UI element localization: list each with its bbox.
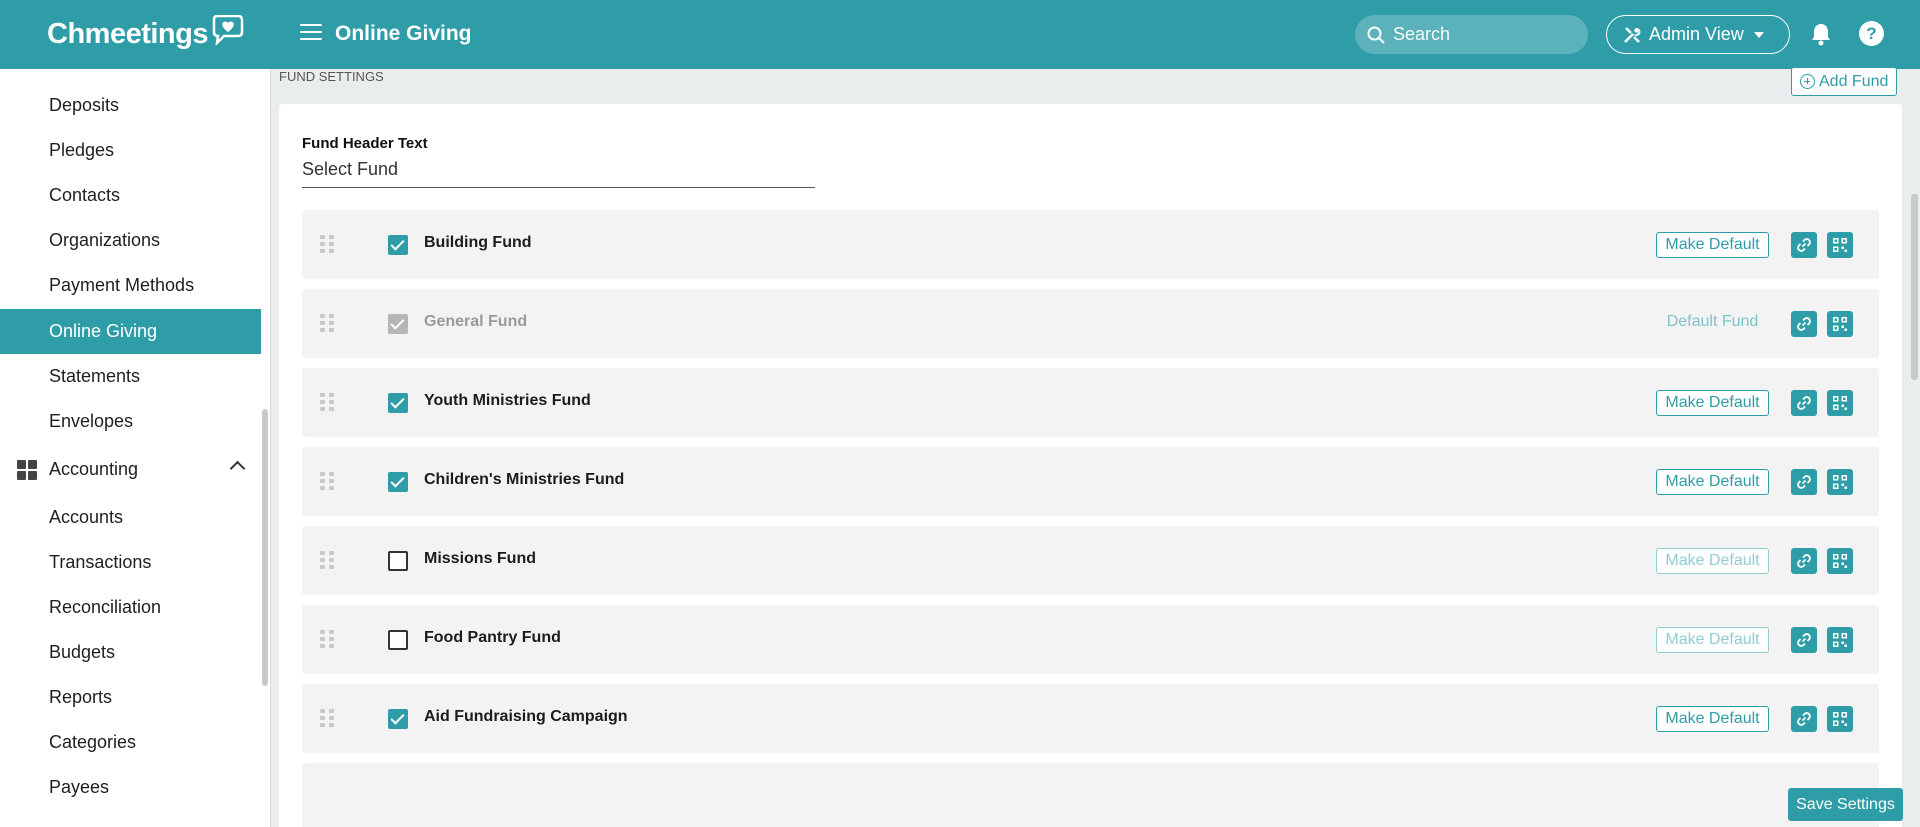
qr-code-icon[interactable] (1827, 390, 1853, 416)
drag-handle-icon[interactable] (320, 630, 334, 648)
fund-name: Aid Fundraising Campaign (424, 708, 628, 725)
help-icon[interactable]: ? (1859, 21, 1884, 46)
fund-enabled-checkbox[interactable] (388, 709, 408, 729)
copy-link-icon[interactable] (1791, 627, 1817, 653)
app-name: Chmeetings (47, 17, 208, 50)
fund-name: Youth Ministries Fund (424, 392, 591, 409)
add-circle-icon (1800, 74, 1815, 89)
copy-link-icon[interactable] (1791, 311, 1817, 337)
page-title: Online Giving (335, 22, 472, 45)
fund-header-text-label: Fund Header Text (302, 135, 428, 152)
sidebar-section-label: Accounting (49, 459, 139, 479)
sidebar-item-deposits[interactable]: Deposits (0, 83, 261, 128)
copy-link-icon[interactable] (1791, 390, 1817, 416)
drag-handle-icon[interactable] (320, 709, 334, 727)
chevron-down-icon (1753, 31, 1764, 38)
drag-handle-icon[interactable] (320, 393, 334, 411)
fund-header-text-input[interactable] (302, 152, 815, 188)
sidebar-item-accounts[interactable]: Accounts (0, 495, 261, 540)
copy-link-icon[interactable] (1791, 469, 1817, 495)
section-heading: FUND SETTINGS (279, 69, 384, 84)
fund-row (302, 763, 1879, 827)
copy-link-icon[interactable] (1791, 548, 1817, 574)
admin-view-dropdown[interactable]: Admin View (1606, 15, 1790, 54)
fund-name: Food Pantry Fund (424, 629, 561, 646)
fund-settings-card: Fund Header Text Building Fund Make Defau… (279, 104, 1902, 827)
add-fund-button[interactable]: Add Fund (1791, 67, 1898, 96)
qr-code-icon[interactable] (1827, 311, 1853, 337)
make-default-button[interactable]: Make Default (1656, 627, 1769, 653)
search-box[interactable] (1355, 15, 1588, 54)
fund-row: General Fund Default Fund (302, 289, 1879, 358)
fund-row: Children's Ministries Fund Make Default (302, 447, 1879, 516)
make-default-button[interactable]: Make Default (1656, 548, 1769, 574)
save-settings-button[interactable]: Save Settings (1788, 788, 1903, 821)
sidebar-item-contacts[interactable]: Contacts (0, 173, 261, 218)
make-default-button[interactable]: Make Default (1656, 232, 1769, 258)
default-fund-label: Default Fund (1666, 313, 1759, 330)
sidebar-section-accounting[interactable]: Accounting (0, 447, 261, 492)
fund-enabled-checkbox[interactable] (388, 235, 408, 255)
sidebar-item-payees[interactable]: Payees (0, 765, 261, 810)
qr-code-icon[interactable] (1827, 706, 1853, 732)
sidebar-item-organizations[interactable]: Organizations (0, 218, 261, 263)
sidebar-item-pledges[interactable]: Pledges (0, 128, 261, 173)
sidebar: Deposits Pledges Contacts Organizations … (0, 69, 271, 827)
make-default-button[interactable]: Make Default (1656, 390, 1769, 416)
apps-grid-icon (17, 459, 37, 480)
admin-view-label: Admin View (1649, 24, 1744, 44)
fund-name: Missions Fund (424, 550, 536, 567)
fund-enabled-checkbox[interactable] (388, 551, 408, 571)
app-logo[interactable]: Chmeetings (47, 15, 244, 52)
copy-link-icon[interactable] (1791, 706, 1817, 732)
sidebar-scrollbar[interactable] (262, 409, 268, 686)
fund-enabled-checkbox (388, 314, 408, 334)
main-scrollbar[interactable] (1911, 194, 1918, 380)
tools-icon (1624, 26, 1641, 43)
sidebar-item-payment-methods[interactable]: Payment Methods (0, 263, 261, 308)
qr-code-icon[interactable] (1827, 548, 1853, 574)
main-content: FUND SETTINGS Add Fund Fund Header Text … (272, 67, 1920, 827)
fund-row: Building Fund Make Default (302, 210, 1879, 279)
sidebar-item-reports[interactable]: Reports (0, 675, 261, 720)
fund-enabled-checkbox[interactable] (388, 630, 408, 650)
drag-handle-icon[interactable] (320, 472, 334, 490)
chevron-up-icon[interactable] (229, 460, 246, 477)
sidebar-item-envelopes[interactable]: Envelopes (0, 399, 261, 444)
fund-enabled-checkbox[interactable] (388, 472, 408, 492)
fund-row: Aid Fundraising Campaign Make Default (302, 684, 1879, 753)
sidebar-item-statements[interactable]: Statements (0, 354, 261, 399)
copy-link-icon[interactable] (1791, 232, 1817, 258)
qr-code-icon[interactable] (1827, 232, 1853, 258)
sidebar-item-reconciliation[interactable]: Reconciliation (0, 585, 261, 630)
search-input[interactable] (1393, 24, 1573, 45)
top-bar: Chmeetings Online Giving Admin View ? (0, 0, 1920, 69)
make-default-button[interactable]: Make Default (1656, 706, 1769, 732)
heart-chat-icon (212, 15, 244, 45)
search-icon (1367, 26, 1385, 44)
make-default-button[interactable]: Make Default (1656, 469, 1769, 495)
qr-code-icon[interactable] (1827, 469, 1853, 495)
drag-handle-icon[interactable] (320, 314, 334, 332)
sidebar-item-transactions[interactable]: Transactions (0, 540, 261, 585)
fund-name: Children's Ministries Fund (424, 471, 625, 488)
fund-row: Food Pantry Fund Make Default (302, 605, 1879, 674)
fund-enabled-checkbox[interactable] (388, 393, 408, 413)
drag-handle-icon[interactable] (320, 551, 334, 569)
fund-name: General Fund (424, 313, 528, 330)
sidebar-item-online-giving[interactable]: Online Giving (0, 309, 261, 354)
qr-code-icon[interactable] (1827, 627, 1853, 653)
sidebar-item-categories[interactable]: Categories (0, 720, 261, 765)
hamburger-menu-button[interactable] (300, 24, 322, 42)
drag-handle-icon[interactable] (320, 235, 334, 253)
fund-name: Building Fund (424, 234, 532, 251)
sidebar-item-budgets[interactable]: Budgets (0, 630, 261, 675)
notifications-bell-icon[interactable] (1810, 22, 1832, 51)
fund-row: Missions Fund Make Default (302, 526, 1879, 595)
fund-row: Youth Ministries Fund Make Default (302, 368, 1879, 437)
